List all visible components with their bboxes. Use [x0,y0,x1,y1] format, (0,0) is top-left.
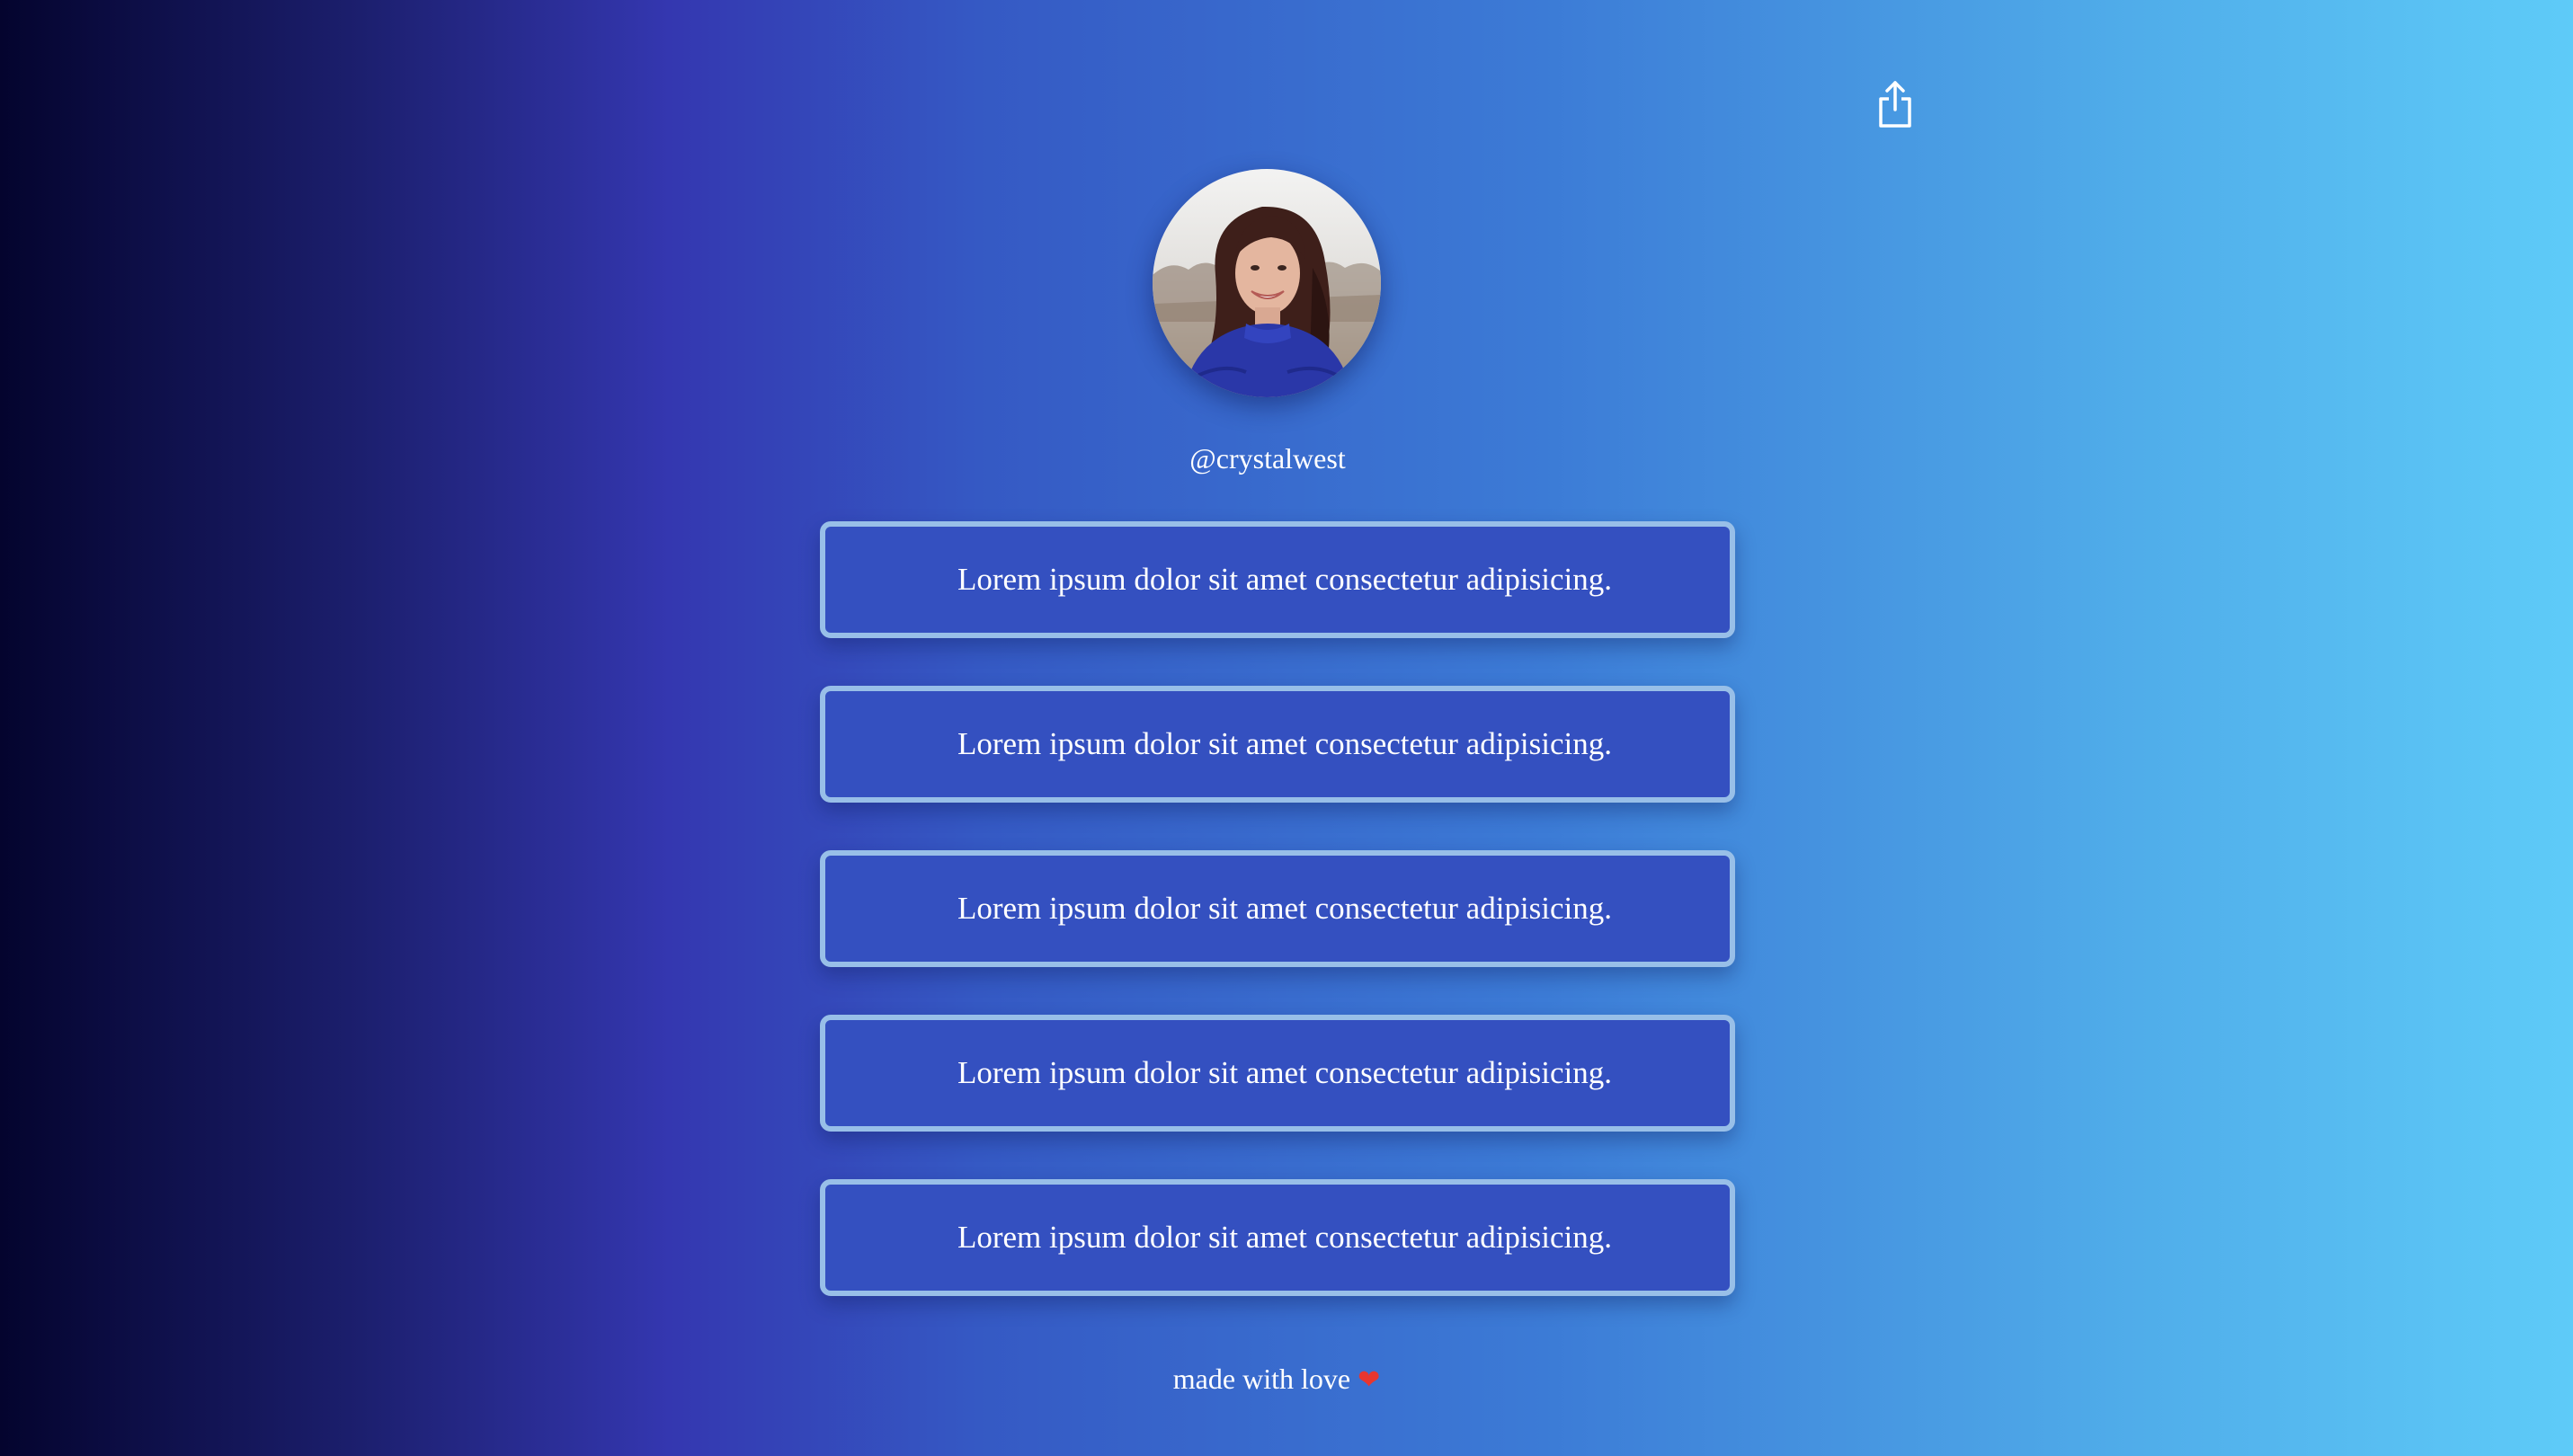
share-icon [1879,81,1911,128]
footer-text: made with love [1172,1363,1351,1395]
heart-icon: ❤ [1358,1364,1381,1396]
link-button[interactable]: Lorem ipsum dolor sit amet consectetur a… [820,1015,1735,1132]
avatar-photo [1153,169,1381,397]
share-button[interactable] [1875,79,1915,129]
profile-handle: @crystalwest [1189,442,1346,475]
link-list: Lorem ipsum dolor sit amet consectetur a… [820,521,1735,1344]
link-button[interactable]: Lorem ipsum dolor sit amet consectetur a… [820,521,1735,638]
link-button[interactable]: Lorem ipsum dolor sit amet consectetur a… [820,686,1735,803]
footer: made with love ❤ [0,1359,2553,1400]
avatar [1153,169,1381,397]
link-button[interactable]: Lorem ipsum dolor sit amet consectetur a… [820,850,1735,967]
link-button[interactable]: Lorem ipsum dolor sit amet consectetur a… [820,1179,1735,1296]
